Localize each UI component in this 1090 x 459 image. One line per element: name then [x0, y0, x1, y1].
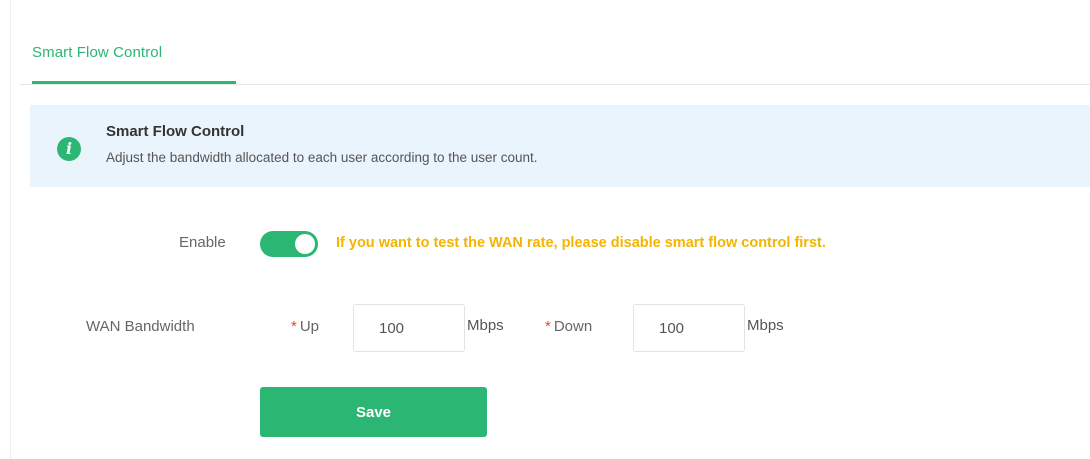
down-label-text: Down — [553, 318, 593, 335]
down-label: * Down — [545, 318, 592, 335]
info-banner: i Smart Flow Control Adjust the bandwidt… — [30, 105, 1090, 187]
up-label-text: Up — [299, 318, 320, 335]
info-title: Smart Flow Control — [106, 123, 245, 140]
warning-message: If you want to test the WAN rate, please… — [336, 235, 826, 251]
down-unit: Mbps — [747, 317, 784, 334]
tab-bar: Smart Flow Control — [20, 0, 1090, 85]
tab-smart-flow-control[interactable]: Smart Flow Control — [32, 44, 162, 61]
toggle-knob — [295, 234, 315, 254]
wan-bandwidth-label: WAN Bandwidth — [86, 318, 195, 335]
up-unit: Mbps — [467, 317, 504, 334]
up-bandwidth-input[interactable] — [353, 304, 465, 352]
required-mark: * — [545, 318, 551, 335]
save-button[interactable]: Save — [260, 387, 487, 437]
required-mark: * — [291, 318, 297, 335]
up-label: * Up — [291, 318, 319, 335]
info-icon: i — [57, 137, 81, 161]
down-bandwidth-input[interactable] — [633, 304, 745, 352]
enable-label: Enable — [179, 234, 226, 251]
enable-toggle[interactable] — [260, 231, 318, 257]
smart-flow-control-page: Smart Flow Control i Smart Flow Control … — [0, 0, 1090, 459]
info-description: Adjust the bandwidth allocated to each u… — [106, 150, 538, 165]
left-divider — [10, 0, 11, 459]
active-tab-indicator — [32, 81, 236, 84]
